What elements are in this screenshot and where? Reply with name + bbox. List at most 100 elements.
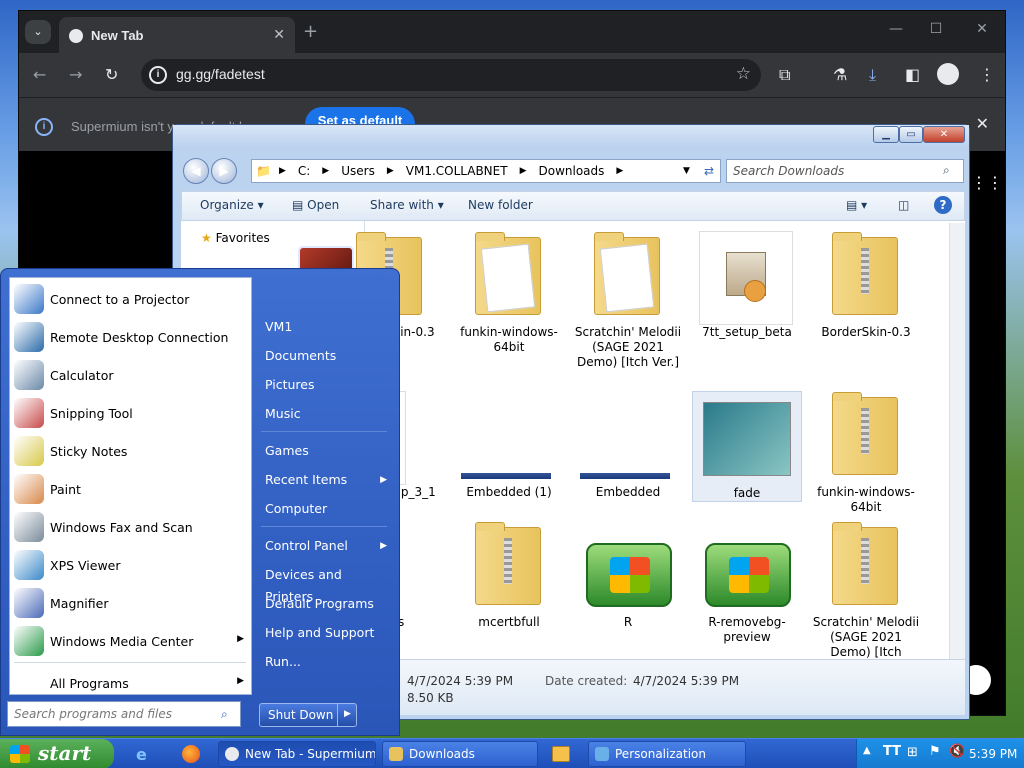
new-folder-button[interactable]: New folder bbox=[468, 198, 533, 212]
explorer-forward-icon[interactable]: ▶ bbox=[211, 158, 237, 184]
side-panel-icon[interactable]: ◧ bbox=[905, 65, 920, 84]
program-label: XPS Viewer bbox=[50, 557, 121, 573]
minimize-icon[interactable]: — bbox=[881, 21, 911, 37]
shut-down-options-icon[interactable]: ▶ bbox=[337, 703, 357, 727]
clock[interactable]: 5:39 PM bbox=[969, 747, 1017, 761]
start-program-item[interactable]: Sticky Notes bbox=[14, 434, 250, 468]
flag-icon[interactable]: ⚑ bbox=[929, 744, 941, 759]
explorer-close-icon[interactable]: ✕ bbox=[923, 126, 965, 143]
start-program-item[interactable]: Remote Desktop Connection bbox=[14, 320, 250, 354]
menu-kebab-icon[interactable]: ⋮ bbox=[979, 65, 995, 84]
file-item[interactable]: R bbox=[573, 521, 683, 630]
start-right-item[interactable]: VM1 bbox=[265, 316, 391, 338]
program-label: Connect to a Projector bbox=[50, 291, 190, 307]
network-icon[interactable]: ⊞ bbox=[907, 745, 918, 760]
volume-muted-icon[interactable]: 🔇 bbox=[949, 744, 965, 759]
start-program-item[interactable]: Calculator bbox=[14, 358, 250, 392]
breadcrumb-item[interactable]: Downloads bbox=[530, 164, 612, 178]
file-item[interactable]: funkin-windows-64bit bbox=[811, 391, 921, 515]
file-item[interactable]: R-removebg-preview bbox=[692, 521, 802, 645]
start-right-item[interactable]: Help and Support bbox=[265, 622, 391, 644]
new-tab-plus-icon[interactable]: + bbox=[303, 21, 318, 42]
tray-expand-icon[interactable]: ▲ bbox=[863, 745, 871, 756]
help-icon[interactable]: ? bbox=[934, 196, 952, 214]
start-right-item[interactable]: Documents bbox=[265, 345, 391, 367]
reload-icon[interactable]: ↻ bbox=[105, 65, 118, 84]
taskbar-button-personalization[interactable]: Personalization bbox=[588, 741, 746, 767]
bookmark-star-icon[interactable]: ☆ bbox=[736, 64, 751, 84]
close-window-icon[interactable]: ✕ bbox=[967, 21, 997, 37]
file-item[interactable]: BorderSkin-0.3 bbox=[811, 231, 921, 340]
taskbar-button-supermium[interactable]: New Tab - Supermium bbox=[218, 741, 376, 767]
explorer-search-input[interactable]: Search Downloads bbox=[726, 159, 964, 183]
file-item[interactable]: Embedded bbox=[573, 391, 683, 500]
start-right-item[interactable]: Computer bbox=[265, 498, 391, 520]
start-program-item[interactable]: Windows Media Center ▶ bbox=[14, 624, 250, 658]
taskbar-button-downloads[interactable]: Downloads bbox=[382, 741, 538, 767]
explorer-back-icon[interactable]: ◀ bbox=[183, 158, 209, 184]
file-item[interactable]: funkin-windows-64bit bbox=[454, 231, 564, 355]
labs-flask-icon[interactable]: ⚗ bbox=[833, 65, 847, 84]
search-icon: ⌕ bbox=[943, 163, 950, 177]
back-arrow-icon[interactable]: ← bbox=[33, 65, 46, 84]
breadcrumb-item[interactable]: VM1.COLLABNET bbox=[398, 164, 516, 178]
start-program-item[interactable]: Connect to a Projector bbox=[14, 282, 250, 316]
file-item[interactable]: 7tt_setup_beta bbox=[692, 231, 802, 340]
explorer-command-bar: Organize ▾ ▤ Open Share with ▾ New folde… bbox=[181, 191, 965, 221]
all-programs-item[interactable]: All Programs ▶ bbox=[14, 666, 250, 700]
firefox-icon[interactable] bbox=[182, 745, 200, 763]
start-search-input[interactable]: Search programs and files bbox=[7, 701, 241, 727]
preview-pane-icon[interactable]: ◫ bbox=[898, 198, 909, 212]
explorer-breadcrumb[interactable]: 📁 ▶ C: ▶ Users ▶ VM1.COLLABNET ▶ Downloa… bbox=[251, 159, 721, 183]
file-item[interactable]: fade bbox=[692, 391, 802, 502]
infobar-close-icon[interactable]: ✕ bbox=[976, 114, 989, 134]
start-right-item[interactable]: Default Programs bbox=[265, 593, 391, 615]
file-list-scrollbar[interactable] bbox=[949, 223, 965, 659]
start-right-item[interactable]: Devices and Printers bbox=[265, 564, 391, 604]
start-right-item[interactable]: Control Panel ▶ bbox=[265, 535, 391, 557]
address-dropdown-icon[interactable]: ▼ bbox=[675, 166, 698, 176]
start-right-item[interactable]: Games bbox=[265, 440, 391, 462]
breadcrumb-item[interactable]: C: bbox=[290, 164, 318, 178]
start-program-item[interactable]: XPS Viewer bbox=[14, 548, 250, 582]
tab-favicon-icon bbox=[69, 29, 83, 43]
tab-new-tab[interactable]: New Tab ✕ bbox=[59, 17, 295, 53]
start-right-item[interactable]: Music bbox=[265, 403, 391, 425]
refresh-icon[interactable]: ⇄ bbox=[698, 164, 720, 178]
media-player-icon[interactable] bbox=[552, 746, 570, 762]
explorer-maximize-icon[interactable]: ▭ bbox=[899, 126, 923, 143]
download-icon[interactable]: ⤓ bbox=[869, 65, 876, 85]
file-item[interactable]: Scratchin' Melodii (SAGE 2021 Demo) [Itc… bbox=[811, 521, 921, 660]
start-program-item[interactable]: Snipping Tool bbox=[14, 396, 250, 430]
page-apps-grid-icon[interactable]: ⋮⋮ bbox=[971, 173, 1003, 192]
breadcrumb-item[interactable]: Users bbox=[333, 164, 383, 178]
share-with-button[interactable]: Share with ▾ bbox=[370, 198, 444, 212]
internet-explorer-icon[interactable]: e bbox=[136, 745, 156, 764]
forward-arrow-icon[interactable]: → bbox=[69, 65, 82, 84]
taskbar: start e New Tab - Supermium Downloads Pe… bbox=[0, 738, 1024, 768]
profile-avatar-icon[interactable] bbox=[937, 63, 959, 85]
start-button[interactable]: start bbox=[0, 739, 114, 768]
view-options-icon[interactable]: ▤ ▾ bbox=[846, 198, 867, 212]
file-item[interactable]: Scratchin' Melodii (SAGE 2021 Demo) [Itc… bbox=[573, 231, 683, 370]
file-item[interactable]: Embedded (1) bbox=[454, 391, 564, 500]
start-right-item[interactable]: Recent Items ▶ bbox=[265, 469, 391, 491]
tab-search-dropdown-icon[interactable]: ⌄ bbox=[25, 20, 51, 44]
maximize-icon[interactable]: ☐ bbox=[921, 21, 951, 37]
extensions-icon[interactable]: ⧉ bbox=[779, 65, 790, 85]
tab-close-icon[interactable]: ✕ bbox=[273, 26, 285, 43]
file-item[interactable]: mcertbfull bbox=[454, 521, 564, 630]
address-bar[interactable]: i gg.gg/fadetest ☆ bbox=[141, 59, 761, 91]
site-info-icon[interactable]: i bbox=[149, 66, 167, 84]
start-program-item[interactable]: Paint bbox=[14, 472, 250, 506]
open-button[interactable]: ▤ Open bbox=[292, 198, 339, 212]
explorer-caption-bar[interactable]: ▁ ▭ ✕ bbox=[173, 125, 969, 149]
start-right-item[interactable]: Run... bbox=[265, 651, 391, 673]
start-program-item[interactable]: Magnifier bbox=[14, 586, 250, 620]
start-right-item[interactable]: Pictures bbox=[265, 374, 391, 396]
organize-button[interactable]: Organize ▾ bbox=[200, 198, 264, 212]
favorites-nav-item[interactable]: ★ Favorites bbox=[201, 231, 270, 245]
explorer-minimize-icon[interactable]: ▁ bbox=[873, 126, 899, 143]
start-program-item[interactable]: Windows Fax and Scan bbox=[14, 510, 250, 544]
input-method-icon[interactable]: TT bbox=[883, 744, 901, 759]
